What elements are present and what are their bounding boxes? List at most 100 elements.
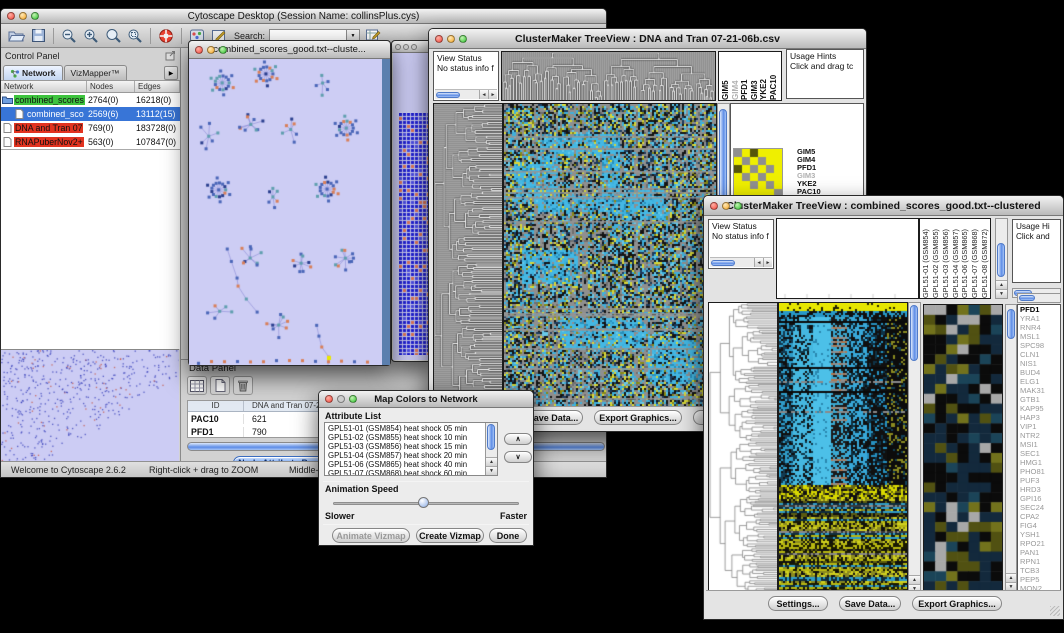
more-tabs-button[interactable]: ▶	[164, 66, 178, 80]
gene-label[interactable]: PUF3	[1020, 476, 1060, 485]
gene-list-scrollbar[interactable]: ▲▼	[1005, 304, 1017, 592]
gene-label[interactable]: CLN1	[1020, 350, 1060, 359]
animate-vizmap-button[interactable]: Animate Vizmap	[332, 528, 410, 543]
zoom-fit-icon[interactable]	[126, 27, 144, 44]
dense-network-grid[interactable]	[399, 113, 430, 355]
gene-label[interactable]: SPC98	[1020, 341, 1060, 350]
treeview1-zoom-heatmap[interactable]	[733, 148, 783, 198]
minimize-button[interactable]	[19, 12, 27, 20]
tab-network[interactable]: Network	[3, 65, 63, 80]
gene-label[interactable]: YSH1	[1020, 530, 1060, 539]
tab-vizmapper[interactable]: VizMapper™	[64, 65, 127, 80]
network-overview-thumbnail[interactable]	[1, 349, 179, 461]
zoom-selected-icon[interactable]	[104, 27, 122, 44]
zoom-out-icon[interactable]	[60, 27, 78, 44]
main-titlebar[interactable]: Cytoscape Desktop (Session Name: collins…	[1, 9, 606, 24]
zoom-button[interactable]	[734, 202, 742, 210]
treeview2-labels-scrollbar[interactable]: ▲▼	[995, 218, 1008, 299]
treeview2-column-dendrogram[interactable]	[776, 218, 919, 299]
zoom-button[interactable]	[411, 44, 417, 50]
treeview1-row-dendrogram[interactable]	[433, 103, 503, 410]
attribute-item[interactable]: GPL51-06 (GSM865) heat shock 40 min	[328, 460, 497, 469]
zoom-button[interactable]	[31, 12, 39, 20]
gene-label[interactable]: TCB3	[1020, 566, 1060, 575]
network-canvas[interactable]	[189, 59, 382, 365]
view-status-scrollbar[interactable]: ◄►	[710, 257, 772, 267]
minimize-button[interactable]	[722, 202, 730, 210]
slider-thumb[interactable]	[418, 497, 429, 508]
gene-label[interactable]: HMG1	[1020, 458, 1060, 467]
new-document-icon[interactable]	[210, 376, 230, 395]
gene-label[interactable]: PFD1	[1020, 305, 1060, 314]
minimize-button[interactable]	[337, 395, 345, 403]
gene-label[interactable]: MSL1	[1020, 332, 1060, 341]
zoom-button[interactable]	[459, 35, 467, 43]
attribute-list[interactable]: GPL51-01 (GSM854) heat shock 05 minGPL51…	[324, 422, 498, 476]
experiment-label[interactable]: GPL51-02 (GSM855)	[931, 219, 941, 298]
gene-label[interactable]: RPO21	[1020, 539, 1060, 548]
gene-list-hscrollbar[interactable]	[1017, 293, 1061, 303]
gene-label[interactable]: KAP95	[1020, 404, 1060, 413]
attribute-item[interactable]: GPL51-04 (GSM857) heat shock 20 min	[328, 451, 497, 460]
export-graphics-button[interactable]: Export Graphics...	[594, 410, 682, 425]
column-label[interactable]: PAC10	[769, 52, 779, 100]
help-lifering-icon[interactable]	[157, 27, 175, 44]
experiment-label[interactable]: GPL51-07 (GSM868)	[970, 219, 980, 298]
gene-label[interactable]: MSI1	[1020, 440, 1060, 449]
experiment-label[interactable]: GPL51-01 (GSM854)	[921, 219, 931, 298]
attribute-list-scrollbar[interactable]: ▲▼	[485, 423, 497, 475]
network-table-row[interactable]: DNA and Tran 07 769(0) 183728(0)	[1, 121, 180, 135]
export-graphics-button[interactable]: Export Graphics...	[912, 596, 1002, 611]
treeview2-detail-heatmap[interactable]	[923, 304, 1003, 592]
save-icon[interactable]	[29, 27, 47, 44]
treeview2-vscrollbar[interactable]: ▲▼	[908, 302, 921, 594]
gene-label[interactable]: PHO81	[1020, 467, 1060, 476]
experiment-label[interactable]: GPL51-06 (GSM865)	[960, 219, 970, 298]
close-button[interactable]	[195, 46, 203, 54]
gene-label[interactable]: HRD3	[1020, 485, 1060, 494]
attribute-item[interactable]: GPL51-03 (GSM856) heat shock 15 min	[328, 442, 497, 451]
experiment-label[interactable]: GPL51-04 (GSM857)	[951, 219, 961, 298]
gene-label[interactable]: CPA2	[1020, 512, 1060, 521]
attribute-item[interactable]: GPL51-01 (GSM854) heat shock 05 min	[328, 424, 497, 433]
close-button[interactable]	[435, 35, 443, 43]
gene-label[interactable]: NTR2	[1020, 431, 1060, 440]
close-button[interactable]	[7, 12, 15, 20]
done-button[interactable]: Done	[489, 528, 527, 543]
gene-label[interactable]: ELG1	[1020, 377, 1060, 386]
attribute-item[interactable]: GPL51-02 (GSM855) heat shock 10 min	[328, 433, 497, 442]
move-up-button[interactable]: ∧	[504, 433, 532, 445]
float-panel-icon[interactable]	[165, 51, 176, 61]
gene-label[interactable]: FIG4	[1020, 521, 1060, 530]
gene-label[interactable]: GTB1	[1020, 395, 1060, 404]
network-table-row[interactable]: combined_sco 2569(6) 13112(15)	[1, 107, 180, 121]
open-file-icon[interactable]	[7, 27, 25, 44]
gene-label[interactable]: VIP1	[1020, 422, 1060, 431]
network-canvas-2[interactable]	[393, 53, 431, 360]
save-data-button[interactable]: Save Data...	[839, 596, 901, 611]
experiment-label[interactable]: GPL51-03 (GSM856)	[941, 219, 951, 298]
attribute-item[interactable]: GPL51-07 (GSM868) heat shock 60 min	[328, 469, 497, 476]
treeview2-row-dendrogram[interactable]	[708, 302, 778, 594]
gene-label[interactable]: YRA1	[1020, 314, 1060, 323]
gene-label[interactable]: PAN1	[1020, 548, 1060, 557]
gene-label[interactable]: GPI16	[1020, 494, 1060, 503]
treeview2-heatmap[interactable]	[778, 302, 908, 594]
gene-label[interactable]: SEC1	[1020, 449, 1060, 458]
column-label[interactable]: PFD1	[740, 52, 750, 100]
gene-label[interactable]: RPN1	[1020, 557, 1060, 566]
zoom-in-icon[interactable]	[82, 27, 100, 44]
network-table-row[interactable]: RNAPuberNov2+ 563(0) 107847(0)	[1, 135, 180, 149]
view-status-scrollbar[interactable]: ◄►	[435, 89, 497, 99]
minimize-button[interactable]	[403, 44, 409, 50]
treeview1-column-dendrogram[interactable]	[501, 51, 716, 101]
resize-grip[interactable]	[1050, 606, 1060, 616]
settings-button[interactable]: Settings...	[768, 596, 828, 611]
close-button[interactable]	[710, 202, 718, 210]
gene-label[interactable]: NIS1	[1020, 359, 1060, 368]
minimize-button[interactable]	[447, 35, 455, 43]
column-label[interactable]: GIM5	[721, 52, 731, 100]
gene-label[interactable]: MAK31	[1020, 386, 1060, 395]
close-button[interactable]	[325, 395, 333, 403]
gene-label[interactable]: RNR4	[1020, 323, 1060, 332]
